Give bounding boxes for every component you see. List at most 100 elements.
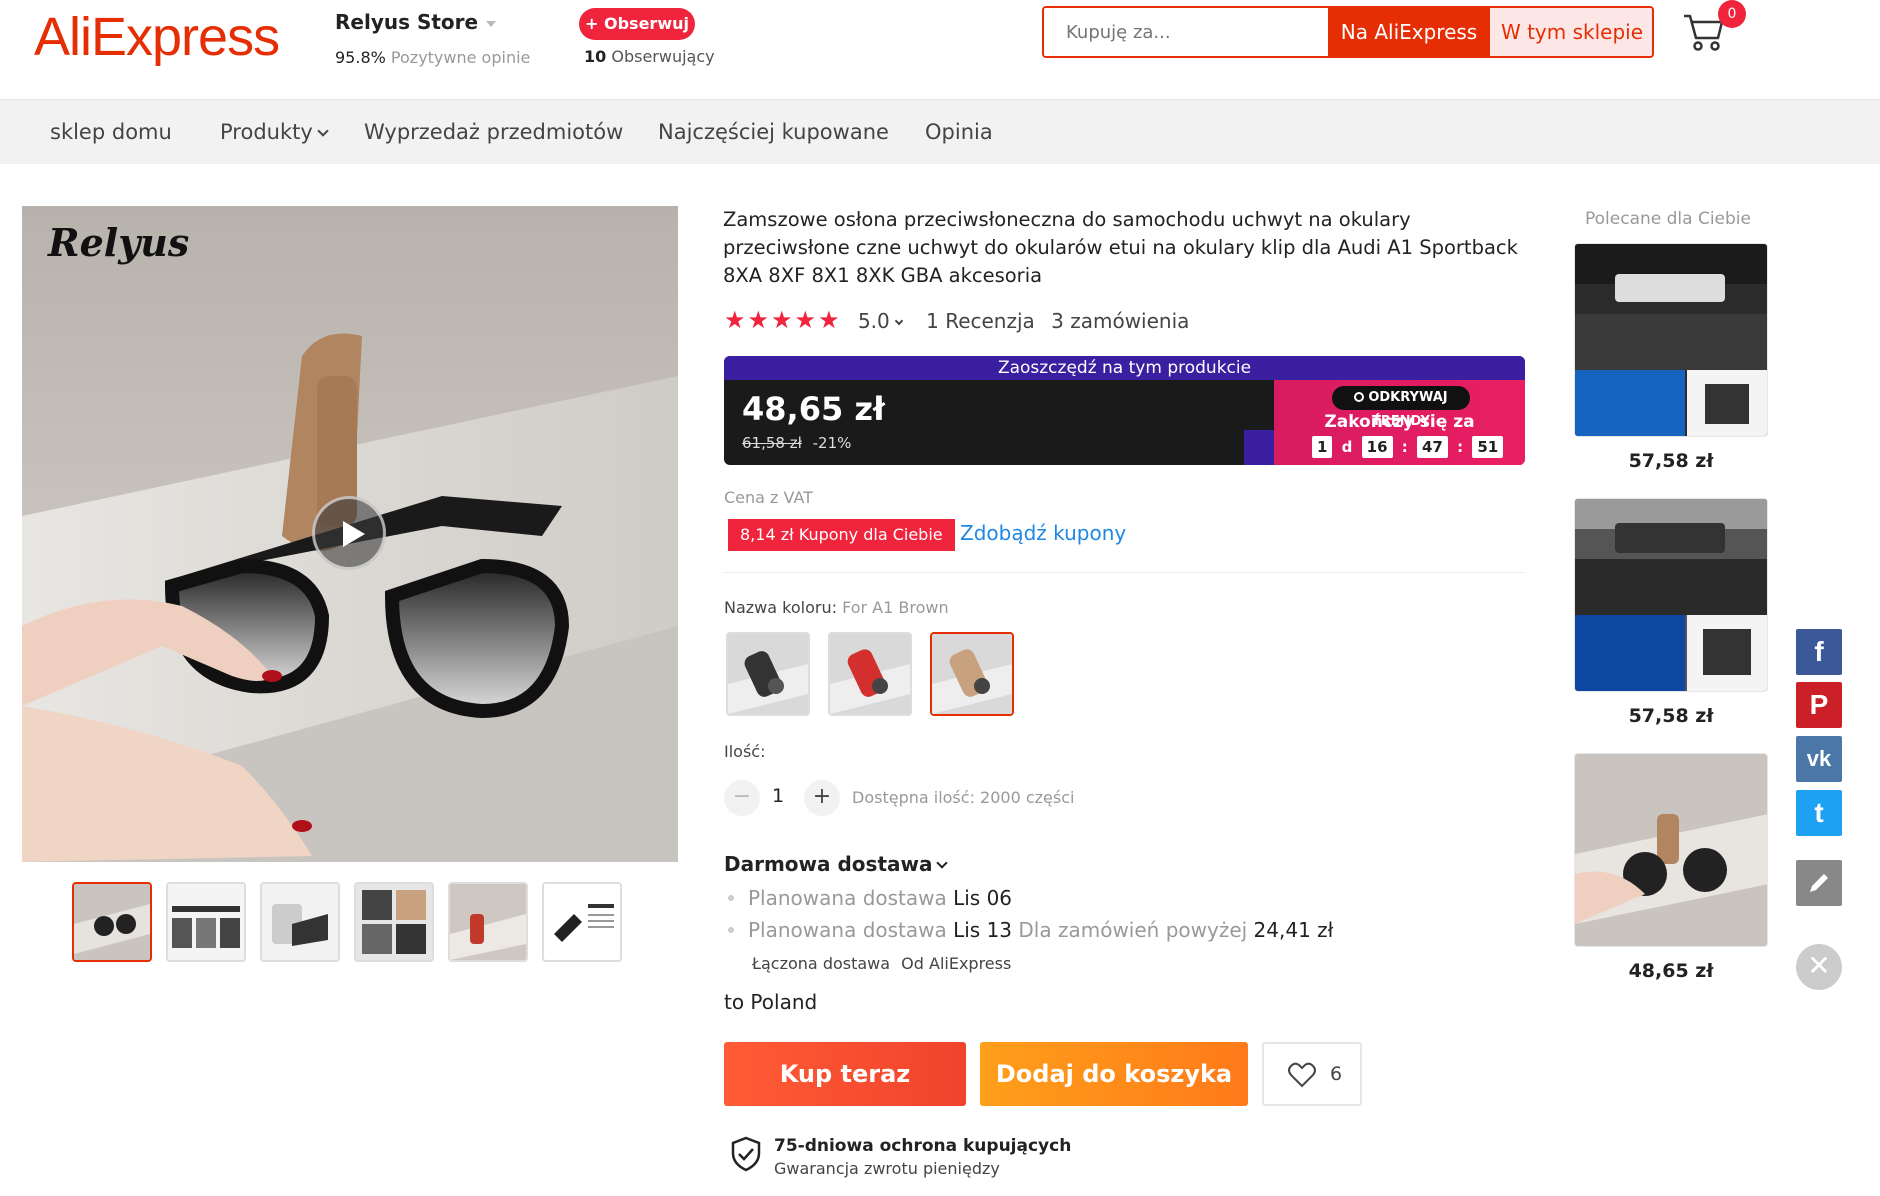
get-coupons-link[interactable]: Zdobądź kupony	[960, 521, 1126, 545]
shipping-destination[interactable]: to Poland	[724, 990, 817, 1014]
combined-shipping-label: Łączona dostawa	[752, 954, 891, 973]
old-price: 61,58 zł	[742, 434, 802, 452]
facebook-share-button[interactable]: f	[1796, 629, 1842, 675]
quantity-available: Dostępna ilość: 2000 części	[852, 788, 1075, 807]
followers-count: 10	[584, 47, 607, 66]
swatch-image	[728, 634, 808, 714]
edit-button[interactable]	[1796, 860, 1842, 906]
shipping-title: Darmowa dostawa	[724, 852, 933, 876]
nav-item-sale[interactable]: Wyprzedaż przedmiotów	[364, 120, 623, 144]
aliexpress-logo[interactable]: AliExpress	[34, 6, 280, 68]
thumbnail-5[interactable]	[448, 882, 528, 962]
thumbnail-image	[356, 884, 432, 960]
shipping-condition: Dla zamówień powyżej	[1018, 918, 1248, 942]
quantity-decrease-button[interactable]: −	[724, 780, 760, 816]
play-video-button[interactable]	[312, 496, 386, 570]
vk-icon: vk	[1806, 746, 1832, 771]
quantity-label: Ilość:	[724, 742, 766, 761]
shipping-estimate-label: Planowana dostawa	[748, 886, 947, 910]
recommended-item[interactable]	[1574, 498, 1768, 692]
countdown-day-unit: d	[1341, 438, 1353, 456]
thumbnail-6[interactable]	[542, 882, 622, 962]
color-swatch-brown[interactable]	[930, 632, 1014, 716]
close-icon: ✕	[1807, 949, 1831, 982]
recommended-image	[1575, 244, 1767, 436]
nav-item-products[interactable]: Produkty	[220, 120, 329, 144]
twitter-share-button[interactable]: t	[1796, 790, 1842, 836]
orders-count: 3 zamówienia	[1051, 309, 1190, 333]
store-name[interactable]: Relyus Store	[335, 10, 497, 34]
thumbnail-image	[74, 884, 150, 960]
search-store-button[interactable]: W tym sklepie	[1490, 8, 1652, 56]
product-title: Zamszowe osłona przeciwsłoneczna do samo…	[723, 208, 1518, 287]
promo-badge[interactable]: ODKRYWAJ TRENDY	[1332, 386, 1470, 429]
thumbnail-2[interactable]	[166, 882, 246, 962]
bullet	[728, 895, 734, 901]
pinterest-share-button[interactable]: P	[1796, 682, 1842, 728]
thumbnail-strip	[72, 882, 632, 962]
rating-row: ★★★★★ 5.0 1 Recenzja 3 zamówienia	[724, 306, 1189, 336]
thumbnail-1[interactable]	[72, 882, 152, 962]
minus-icon: −	[732, 784, 752, 809]
buyer-protection-title[interactable]: 75-dniowa ochrona kupujących	[774, 1136, 1071, 1156]
chevron-down-icon	[317, 125, 329, 137]
current-price: 48,65 zł	[742, 390, 885, 428]
rating-value-label: 5.0	[857, 309, 890, 333]
shipping-threshold: 24,41 zł	[1253, 918, 1334, 942]
shield-check-icon	[731, 1136, 761, 1172]
quantity-value[interactable]: 1	[772, 785, 784, 807]
recommended-image	[1575, 754, 1767, 946]
old-price-row: 61,58 zł -21%	[742, 434, 851, 452]
shipping-selector[interactable]: Darmowa dostawa	[724, 852, 949, 876]
coupon-tag[interactable]: 8,14 zł Kupony dla Ciebie	[724, 519, 955, 551]
buy-now-button[interactable]: Kup teraz	[724, 1042, 966, 1106]
search-aliexpress-button[interactable]: Na AliExpress	[1328, 8, 1490, 56]
star-rating-icon: ★★★★★	[724, 306, 842, 334]
promo-badge-icon	[1354, 392, 1365, 402]
thumbnail-image	[168, 884, 244, 960]
recommended-item[interactable]	[1574, 243, 1768, 437]
vk-share-button[interactable]: vk	[1796, 736, 1842, 782]
nav-item-feedback[interactable]: Opinia	[925, 120, 993, 144]
thumbnail-image	[544, 884, 620, 960]
buyer-protection-subtitle: Gwarancja zwrotu pieniędzy	[774, 1159, 1000, 1178]
facebook-icon: f	[1814, 636, 1824, 667]
close-share-button[interactable]: ✕	[1796, 944, 1842, 990]
shipping-estimate-label: Planowana dostawa	[748, 918, 947, 942]
shipping-estimate-1: Planowana dostawa Lis 06	[728, 886, 1012, 910]
quantity-increase-button[interactable]: +	[804, 780, 840, 816]
vat-note: Cena z VAT	[724, 488, 813, 507]
promo-ends-label: Zakończy się za	[1324, 412, 1475, 432]
thumbnail-3[interactable]	[260, 882, 340, 962]
main-product-image[interactable]: Relyus	[22, 206, 678, 862]
color-label: Nazwa koloru: For A1 Brown	[724, 598, 949, 617]
selected-color-value: For A1 Brown	[842, 598, 949, 617]
store-nav: sklep domu Produkty Wyprzedaż przedmiotó…	[0, 100, 1880, 164]
nav-item-products-label: Produkty	[220, 120, 313, 144]
color-swatch-red[interactable]	[828, 632, 912, 716]
search-input[interactable]	[1044, 8, 1328, 56]
discount-percent: -21%	[812, 434, 852, 452]
countdown-separator: :	[1401, 438, 1408, 456]
rating-value[interactable]: 5.0	[857, 309, 903, 333]
cart-button[interactable]: 0	[1680, 0, 1746, 56]
store-rating-label: Pozytywne opinie	[390, 48, 531, 67]
chevron-down-icon	[486, 20, 497, 27]
thumbnail-4[interactable]	[354, 882, 434, 962]
add-to-cart-button[interactable]: Dodaj do koszyka	[980, 1042, 1248, 1106]
color-swatch-black[interactable]	[726, 632, 810, 716]
recommended-price: 57,58 zł	[1628, 705, 1714, 727]
reviews-link[interactable]: 1 Recenzja	[926, 309, 1035, 333]
plus-icon: +	[812, 784, 832, 809]
heart-icon	[1288, 1062, 1316, 1088]
recommended-item[interactable]	[1574, 753, 1768, 947]
pencil-icon	[1810, 874, 1828, 892]
nav-item-bestsellers[interactable]: Najczęściej kupowane	[658, 120, 889, 144]
promo-header: Zaoszczędź na tym produkcie	[724, 356, 1525, 380]
countdown-hours: 16	[1361, 436, 1393, 458]
wishlist-button[interactable]: 6	[1262, 1042, 1362, 1106]
nav-item-home[interactable]: sklep domu	[50, 120, 172, 144]
divider	[724, 572, 1525, 573]
follow-button[interactable]: + Obserwuj	[579, 8, 695, 40]
chevron-down-icon	[894, 316, 903, 326]
